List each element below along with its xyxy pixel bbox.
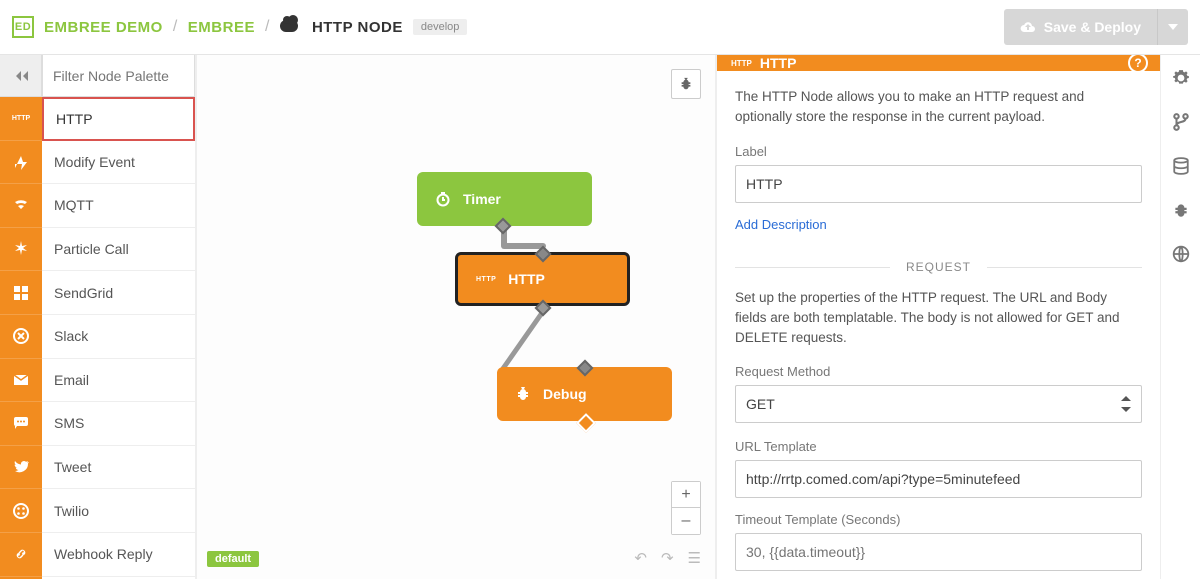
rail-sms-icon[interactable] bbox=[0, 402, 42, 446]
zoom-in-button[interactable]: + bbox=[672, 482, 700, 508]
rail-email-icon[interactable] bbox=[0, 359, 42, 403]
breadcrumb-app[interactable]: EMBREE bbox=[188, 19, 255, 36]
rail-twitter-icon[interactable] bbox=[0, 446, 42, 490]
node-debug-label: Debug bbox=[543, 386, 587, 402]
rail-slack-icon[interactable] bbox=[0, 315, 42, 359]
save-deploy-group: Save & Deploy bbox=[1004, 9, 1188, 45]
palette-filter bbox=[42, 55, 195, 97]
label-field-label: Label bbox=[735, 144, 1142, 159]
node-http-tiny: HTTP bbox=[476, 276, 496, 283]
rail-twilio-icon[interactable] bbox=[0, 489, 42, 533]
request-description: Set up the properties of the HTTP reques… bbox=[735, 288, 1142, 349]
panel-description: The HTTP Node allows you to make an HTTP… bbox=[735, 87, 1142, 128]
save-deploy-button[interactable]: Save & Deploy bbox=[1004, 9, 1157, 45]
rail-spark-icon[interactable] bbox=[0, 228, 42, 272]
node-timer-label: Timer bbox=[463, 191, 501, 207]
url-label: URL Template bbox=[735, 439, 1142, 454]
globe-icon[interactable] bbox=[1172, 245, 1190, 263]
palette-item-modify-event[interactable]: Modify Event bbox=[42, 141, 195, 185]
method-select[interactable]: GET bbox=[735, 385, 1142, 423]
breadcrumb-org[interactable]: EMBREE DEMO bbox=[44, 19, 163, 36]
zoom-controls: + – bbox=[671, 481, 701, 535]
palette-item-slack[interactable]: Slack bbox=[42, 315, 195, 359]
default-badge[interactable]: default bbox=[207, 551, 259, 567]
zoom-out-button[interactable]: – bbox=[672, 508, 700, 534]
palette-item-tweet[interactable]: Tweet bbox=[42, 446, 195, 490]
timer-icon bbox=[435, 191, 451, 207]
node-palette: HTTP Modify Event MQTT Particle Call Sen… bbox=[42, 55, 197, 579]
palette-filter-input[interactable] bbox=[43, 55, 194, 96]
canvas-bottom-tools: ↶ ↷ ☰ bbox=[634, 549, 701, 567]
panel-header: HTTP HTTP ? bbox=[717, 55, 1160, 71]
bug-icon bbox=[515, 386, 531, 402]
node-timer[interactable]: Timer bbox=[417, 172, 592, 226]
deploy-icon bbox=[1020, 20, 1036, 34]
logo-badge[interactable]: ED bbox=[12, 16, 34, 38]
palette-item-particle-call[interactable]: Particle Call bbox=[42, 228, 195, 272]
panel-head-tiny: HTTP bbox=[731, 59, 752, 68]
help-icon[interactable]: ? bbox=[1128, 55, 1148, 73]
method-label: Request Method bbox=[735, 364, 1142, 379]
database-icon[interactable] bbox=[1172, 157, 1190, 175]
breadcrumb: ED EMBREE DEMO / EMBREE / HTTP NODE deve… bbox=[12, 16, 467, 38]
add-description-link[interactable]: Add Description bbox=[735, 217, 827, 232]
canvas-debug-button[interactable] bbox=[671, 69, 701, 99]
rail-wifi-icon[interactable] bbox=[0, 184, 42, 228]
save-deploy-label: Save & Deploy bbox=[1044, 19, 1141, 35]
palette-item-mqtt[interactable]: MQTT bbox=[42, 184, 195, 228]
rail-http-icon[interactable]: HTTP bbox=[0, 97, 42, 141]
palette-item-sendgrid[interactable]: SendGrid bbox=[42, 271, 195, 315]
panel-head-title: HTTP bbox=[760, 55, 797, 71]
cloud-icon bbox=[280, 19, 302, 35]
right-iconrail bbox=[1160, 55, 1200, 579]
list-icon[interactable]: ☰ bbox=[688, 549, 701, 567]
sidebar-iconrail: HTTP bbox=[0, 55, 42, 579]
palette-item-twilio[interactable]: Twilio bbox=[42, 489, 195, 533]
page-title: HTTP NODE bbox=[312, 19, 403, 36]
branch-icon[interactable] bbox=[1172, 113, 1190, 131]
palette-item-email[interactable]: Email bbox=[42, 359, 195, 403]
timeout-input[interactable] bbox=[735, 533, 1142, 571]
url-input[interactable] bbox=[735, 460, 1142, 498]
timeout-label: Timeout Template (Seconds) bbox=[735, 512, 1142, 527]
palette-item-http[interactable]: HTTP bbox=[42, 97, 195, 141]
palette-item-webhook-reply[interactable]: Webhook Reply bbox=[42, 533, 195, 577]
rail-sendgrid-icon[interactable] bbox=[0, 271, 42, 315]
palette-item-sms[interactable]: SMS bbox=[42, 402, 195, 446]
properties-panel: HTTP HTTP ? The HTTP Node allows you to … bbox=[715, 55, 1160, 579]
undo-icon[interactable]: ↶ bbox=[634, 549, 647, 567]
rail-webhook-icon[interactable] bbox=[0, 533, 42, 577]
method-value: GET bbox=[746, 396, 775, 412]
node-http-label: HTTP bbox=[508, 271, 545, 287]
gear-icon[interactable] bbox=[1172, 69, 1190, 87]
section-request-title: REQUEST bbox=[735, 260, 1142, 274]
workflow-canvas[interactable]: Timer HTTP HTTP Debug + – bbox=[197, 55, 715, 579]
label-input[interactable] bbox=[735, 165, 1142, 203]
redo-icon[interactable]: ↷ bbox=[661, 549, 674, 567]
collapse-palette-button[interactable] bbox=[0, 55, 42, 97]
topbar: ED EMBREE DEMO / EMBREE / HTTP NODE deve… bbox=[0, 0, 1200, 55]
save-deploy-dropdown[interactable] bbox=[1157, 9, 1188, 45]
breadcrumb-sep: / bbox=[265, 18, 270, 36]
debug-icon[interactable] bbox=[1172, 201, 1190, 219]
edge bbox=[499, 310, 547, 370]
rail-event-icon[interactable] bbox=[0, 141, 42, 185]
breadcrumb-sep: / bbox=[173, 18, 178, 36]
branch-badge[interactable]: develop bbox=[413, 19, 468, 35]
